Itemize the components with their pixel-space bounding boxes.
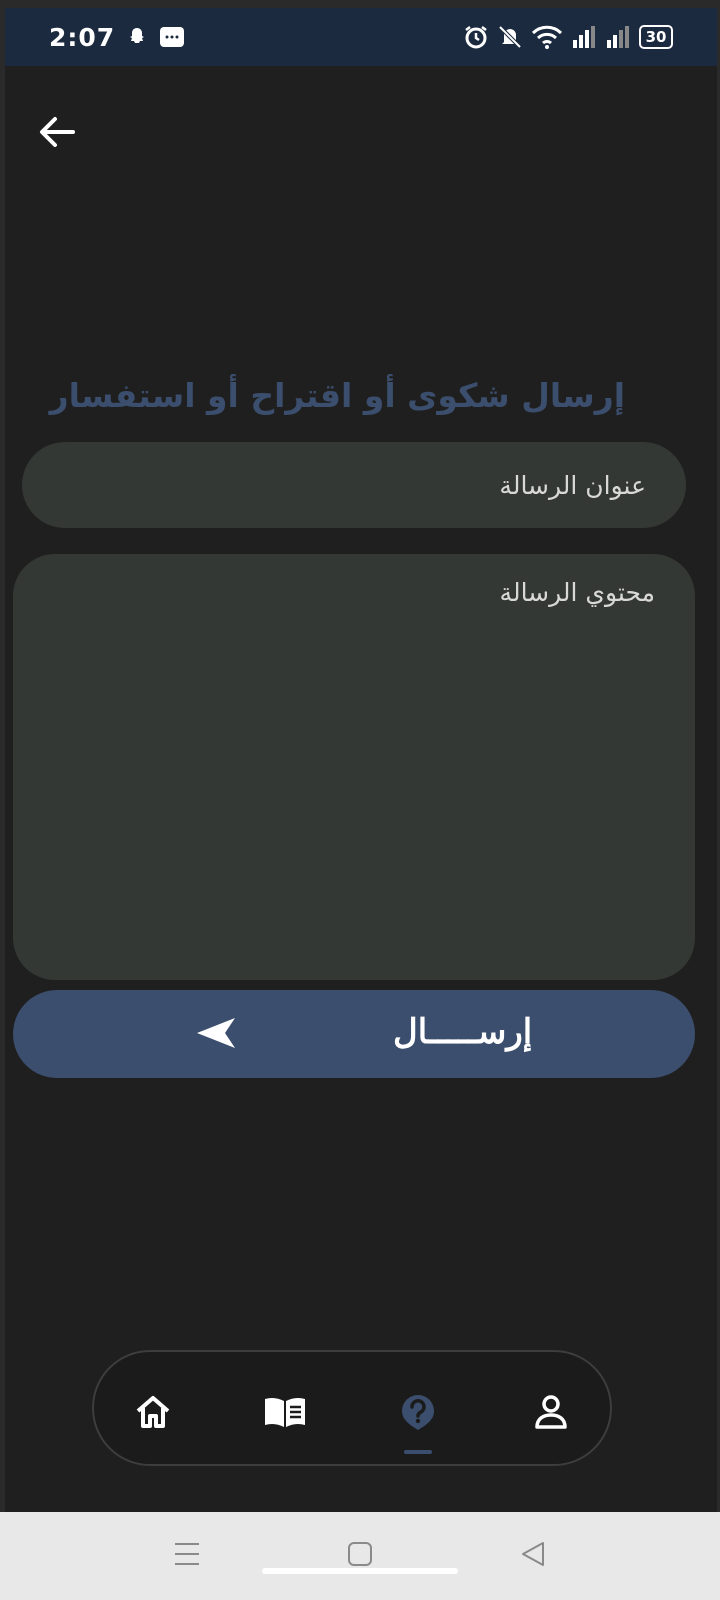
status-left: 2:07: [49, 23, 185, 52]
send-button-label: إرســـــال: [393, 1013, 533, 1051]
system-nav-bar: [0, 1512, 720, 1600]
gesture-bar[interactable]: [262, 1568, 458, 1574]
status-right: 30: [463, 24, 673, 50]
triangle-back-icon: [522, 1542, 544, 1566]
menu-icon: [175, 1543, 199, 1565]
help-icon: [402, 1395, 434, 1430]
message-subject-input[interactable]: [22, 442, 686, 528]
square-icon: [348, 1542, 372, 1566]
screen: 2:07 30 إرسال شكوى أو اقتراح أو استفسار …: [5, 8, 717, 1512]
send-icon: [197, 1018, 235, 1048]
signal-icon: [573, 26, 595, 48]
back-system-button[interactable]: [513, 1534, 553, 1574]
nav-item-home[interactable]: [130, 1390, 176, 1434]
arrow-left-icon: [40, 117, 75, 147]
nav-item-support[interactable]: [395, 1390, 441, 1434]
home-icon: [136, 1396, 170, 1428]
message-icon: [160, 27, 185, 47]
mute-icon: [498, 25, 522, 49]
status-time: 2:07: [49, 22, 116, 52]
recent-apps-button[interactable]: [167, 1534, 207, 1574]
signal-2-icon: [607, 26, 629, 48]
back-button[interactable]: [35, 110, 79, 154]
message-content-input[interactable]: [13, 554, 695, 980]
snapchat-icon: [130, 28, 145, 43]
status-bar: 2:07 30: [5, 8, 717, 66]
battery-icon: 30: [639, 25, 673, 49]
page-title: إرسال شكوى أو اقتراح أو استفسار: [49, 376, 625, 415]
book-icon: [265, 1397, 305, 1427]
alarm-icon: [465, 26, 487, 49]
bottom-nav: [92, 1350, 612, 1466]
nav-item-library[interactable]: [262, 1390, 308, 1434]
nav-item-profile[interactable]: [528, 1390, 574, 1434]
send-button[interactable]: إرســـــال: [13, 990, 695, 1078]
wifi-icon: [531, 25, 563, 49]
nav-active-indicator: [404, 1450, 432, 1454]
user-icon: [535, 1395, 567, 1429]
